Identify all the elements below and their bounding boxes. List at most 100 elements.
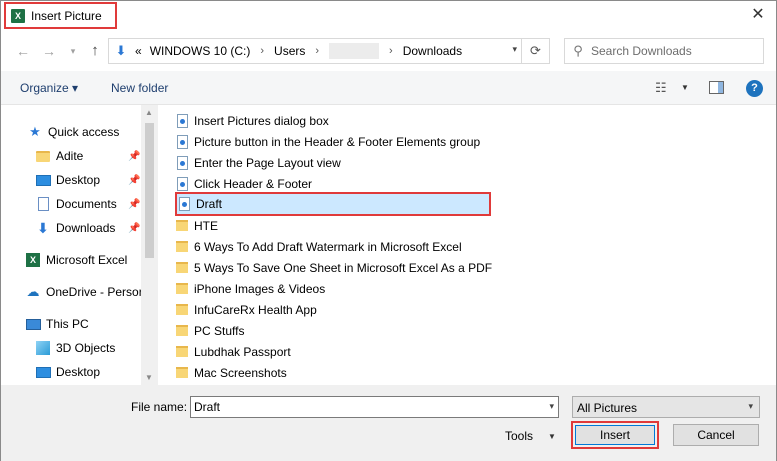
list-item[interactable]: Click Header & Footer [176,173,312,194]
view-options-chevron-icon[interactable]: ▼ [681,83,689,92]
file-name: Lubdhak Passport [194,344,291,359]
file-list[interactable]: Insert Pictures dialog box Picture butto… [158,105,776,385]
close-icon[interactable]: ✕ [750,7,766,23]
list-item[interactable]: Picture button in the Header & Footer El… [176,131,480,152]
change-view-icon[interactable]: ☷ [655,80,667,96]
breadcrumb-separator[interactable]: › [260,45,264,57]
nav-item-label: Quick access [48,125,120,139]
organize-button[interactable]: Organize ▾ [20,81,78,95]
file-name-label: File name: [131,400,188,414]
recent-locations-chevron-icon[interactable]: ▾ [65,43,81,59]
back-arrow-icon[interactable]: ← [15,43,31,59]
file-type-select[interactable]: All Pictures ▾ [572,396,760,418]
folder-icon [176,282,188,296]
file-type-chevron-icon: ▾ [748,401,753,411]
tools-button[interactable]: Tools [505,429,533,443]
breadcrumb-drive[interactable]: WINDOWS 10 (C:) [150,44,251,58]
file-name-input[interactable] [194,400,534,414]
nav-item-onedrive[interactable]: ☁ OneDrive - Persor [25,281,143,303]
file-name: PC Stuffs [194,323,245,338]
breadcrumb-separator[interactable]: › [389,45,393,57]
list-item[interactable]: Enter the Page Layout view [176,152,341,173]
file-name: Insert Pictures dialog box [194,113,329,128]
list-item[interactable]: Mac Screenshots [176,362,287,383]
file-name: 6 Ways To Add Draft Watermark in Microso… [194,239,462,254]
breadcrumb-users[interactable]: Users [274,44,305,58]
list-item[interactable]: 5 Ways To Save One Sheet in Microsoft Ex… [176,257,492,278]
file-name: Mac Screenshots [194,365,287,380]
search-input[interactable] [591,44,759,58]
file-name: Picture button in the Header & Footer El… [194,134,481,149]
list-item[interactable]: HTE [176,215,218,236]
nav-item-this-pc[interactable]: This PC [25,313,89,335]
pin-icon[interactable]: 📌 [128,223,140,234]
breadcrumb-user-redacted[interactable] [329,43,380,59]
pin-icon[interactable]: 📌 [128,199,140,210]
file-name: Enter the Page Layout view [194,155,341,170]
nav-item-adite[interactable]: Adite [35,145,83,167]
breadcrumb-overflow[interactable]: « [135,44,142,58]
dialog-footer: File name: ▾ All Pictures ▾ Tools ▼ Inse… [1,385,776,461]
pin-icon[interactable]: 📌 [128,151,140,162]
forward-arrow-icon[interactable]: → [41,43,57,59]
insert-button[interactable]: Insert [575,425,655,445]
cancel-button[interactable]: Cancel [673,424,759,446]
nav-item-documents[interactable]: Documents [35,193,117,215]
nav-item-microsoft-excel[interactable]: X Microsoft Excel [25,249,127,271]
breadcrumb-separator[interactable]: › [315,45,319,57]
list-item[interactable]: 6 Ways To Add Draft Watermark in Microso… [176,236,462,257]
image-file-icon [176,155,188,170]
preview-pane-icon[interactable] [709,81,724,94]
list-item[interactable]: Insert Pictures dialog box [176,110,329,131]
nav-item-label: OneDrive - Persor [46,285,143,299]
nav-item-label: 3D Objects [56,341,116,355]
refresh-icon[interactable]: ⟳ [521,39,549,63]
nav-item-label: Microsoft Excel [46,253,128,267]
list-item[interactable]: Lubdhak Passport [176,341,291,362]
nav-scrollbar[interactable]: ▲ ▼ [141,105,158,385]
search-box[interactable]: ⚲ [564,38,764,64]
tools-dropdown-icon[interactable]: ▼ [548,432,556,441]
file-name: iPhone Images & Videos [194,281,326,296]
file-name-combobox[interactable]: ▾ [190,396,559,418]
list-item[interactable]: iPhone Images & Videos [176,278,325,299]
nav-item-label: Adite [56,149,84,163]
up-arrow-icon[interactable]: ↑ [87,43,103,59]
address-bar[interactable]: ⬇ « WINDOWS 10 (C:) › Users › › Download… [108,38,550,64]
scroll-up-icon[interactable]: ▲ [145,108,153,117]
new-folder-button[interactable]: New folder [111,81,168,95]
nav-item-3d-objects[interactable]: 3D Objects [35,337,115,359]
nav-item-desktop-pc[interactable]: Desktop [35,361,100,383]
list-item[interactable]: InfuCareRx Health App [176,299,317,320]
file-name: InfuCareRx Health App [194,302,317,317]
folder-icon [176,366,188,380]
folder-icon [176,324,188,338]
search-icon: ⚲ [573,43,583,58]
help-icon[interactable]: ? [746,80,763,97]
file-name-dropdown-chevron-icon[interactable]: ▾ [549,401,554,412]
excel-app-icon: X [11,8,25,23]
title-bar: X Insert Picture ✕ [1,1,776,31]
list-item-selected[interactable]: Draft [175,192,491,216]
address-dropdown-chevron-icon[interactable]: ▾ [512,44,517,55]
file-type-value: All Pictures [577,401,638,415]
nav-item-quick-access[interactable]: ★ Quick access [27,121,119,143]
image-file-icon [176,134,188,149]
breadcrumb-downloads[interactable]: Downloads [403,44,462,58]
navigation-pane[interactable]: ★ Quick access Adite 📌 Desktop 📌 Documen… [1,105,158,385]
nav-item-desktop[interactable]: Desktop [35,169,100,191]
nav-item-downloads[interactable]: ⬇ Downloads [35,217,115,239]
list-item[interactable]: PC Stuffs [176,320,244,341]
folder-icon [176,240,188,254]
title-highlight: X Insert Picture [4,2,117,29]
window-title: Insert Picture [31,8,102,23]
nav-item-label: This PC [46,317,89,331]
insert-highlight: Insert [571,421,659,449]
file-name: Draft [196,197,223,211]
excel-icon: X [25,253,41,267]
pin-icon[interactable]: 📌 [128,175,140,186]
scroll-thumb[interactable] [145,123,154,258]
image-file-icon [178,197,190,211]
scroll-down-icon[interactable]: ▼ [145,373,153,382]
folder-icon [176,261,188,275]
